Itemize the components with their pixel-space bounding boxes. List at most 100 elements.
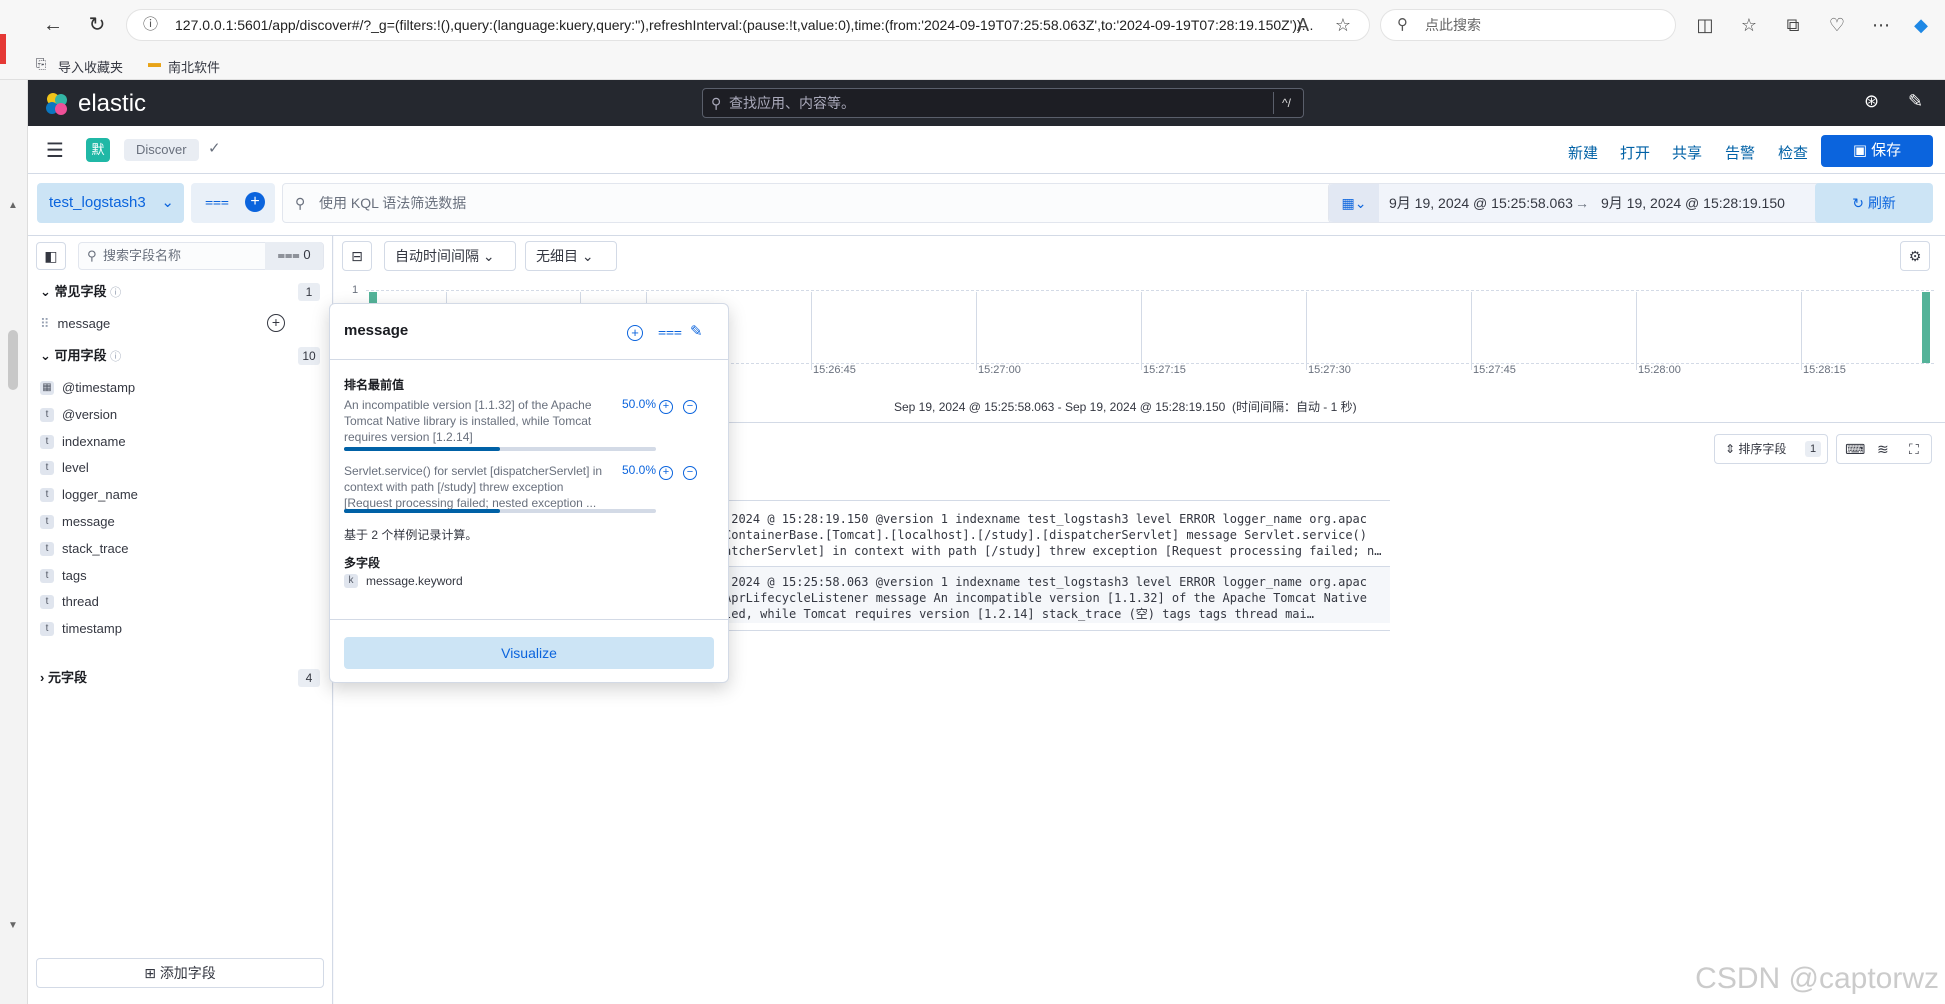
- popular-fields-title: 常见字段: [54, 284, 107, 299]
- available-fields-section[interactable]: ⌄ 可用字段 ⓘ: [40, 346, 121, 366]
- field-item[interactable]: t timestamp: [40, 619, 122, 639]
- fullscreen-icon[interactable]: ⛶: [1909, 435, 1919, 463]
- sort-fields-button[interactable]: ⇕ 排序字段 1: [1714, 434, 1828, 464]
- add-field-button[interactable]: ⊞ 添加字段: [36, 958, 324, 988]
- alerts-link[interactable]: 告警: [1725, 142, 1755, 163]
- filter-out-value-icon[interactable]: −: [683, 466, 697, 480]
- field-item[interactable]: t message: [40, 512, 115, 532]
- filter-for-value-icon[interactable]: +: [659, 466, 673, 480]
- chevron-down-icon: ⌄: [581, 248, 594, 264]
- field-name: @version: [62, 406, 118, 422]
- field-item[interactable]: t logger_name: [40, 485, 138, 505]
- field-name: message: [57, 316, 111, 331]
- field-search-input[interactable]: ⚲ 搜索字段名称 ⩶ 0: [78, 242, 324, 270]
- x-gridline: [1801, 292, 1802, 370]
- field-name: level: [62, 460, 89, 476]
- field-item[interactable]: t tags: [40, 566, 87, 586]
- news-feed-icon[interactable]: ✎: [1908, 91, 1923, 112]
- add-field-plus-icon[interactable]: +: [267, 314, 285, 332]
- hamburger-menu-icon[interactable]: ☰: [46, 138, 64, 163]
- visualize-button[interactable]: Visualize: [344, 637, 714, 669]
- bookmark-nanbei[interactable]: 南北软件: [168, 57, 220, 76]
- collections-icon[interactable]: ⧉: [1780, 12, 1806, 38]
- popover-divider: [330, 359, 728, 360]
- popular-fields-section[interactable]: ⌄ 常见字段 ⓘ: [40, 282, 121, 302]
- add-column-plus-icon[interactable]: +: [627, 325, 643, 341]
- bookmark-import[interactable]: 导入收藏夹: [58, 57, 123, 76]
- breadcrumb-discover[interactable]: Discover: [124, 139, 199, 161]
- string-type-icon: t: [40, 622, 54, 637]
- add-filter-icon[interactable]: +: [245, 192, 265, 212]
- share-link[interactable]: 共享: [1672, 142, 1702, 163]
- field-filter-button[interactable]: ⩶ 0: [265, 242, 323, 270]
- date-range-picker[interactable]: ▦⌄ 9月 19, 2024 @ 15:25:58.063 → 9月 19, 2…: [1328, 183, 1829, 223]
- favorite-star-icon[interactable]: ☆: [1330, 12, 1356, 38]
- field-item[interactable]: t stack_trace: [40, 539, 128, 559]
- filter-out-value-icon[interactable]: −: [683, 400, 697, 414]
- split-screen-icon[interactable]: ◫: [1692, 12, 1718, 38]
- keyboard-shortcuts-icon[interactable]: ⌨: [1845, 435, 1865, 463]
- save-button[interactable]: ▣ 保存: [1821, 135, 1933, 167]
- info-icon[interactable]: ⓘ: [143, 10, 158, 40]
- collapse-sidebar-icon[interactable]: ◧: [36, 242, 66, 270]
- breakdown-selector[interactable]: 无细目 ⌄: [525, 241, 617, 271]
- kql-search-input[interactable]: ⚲ 使用 KQL 语法筛选数据: [282, 183, 1348, 223]
- time-from[interactable]: 9月 19, 2024 @ 15:25:58.063: [1389, 184, 1573, 222]
- doc-row-2-line-3: led, while Tomcat requires version [1.2.…: [724, 607, 1314, 621]
- back-icon[interactable]: ←: [38, 10, 68, 40]
- top-value-2-text: Servlet.service() for servlet [dispatche…: [344, 464, 603, 510]
- meta-fields-section[interactable]: › 元字段: [40, 668, 87, 688]
- elastic-logo[interactable]: elastic: [44, 90, 146, 118]
- field-item[interactable]: t level: [40, 458, 89, 478]
- interval-selector[interactable]: 自动时间间隔 ⌄: [384, 241, 516, 271]
- display-settings-icon[interactable]: ≋: [1877, 435, 1889, 463]
- x-tick-label: 15:27:15: [1143, 364, 1186, 376]
- more-menu-icon[interactable]: ⋯: [1868, 12, 1894, 38]
- read-aloud-icon[interactable]: A: [1290, 12, 1316, 38]
- toggle-histogram-icon[interactable]: ⊟: [342, 241, 372, 271]
- browser-toolbar: ← ↻ ⓘ 127.0.0.1:5601/app/discover#/?_g=(…: [0, 0, 1945, 50]
- space-avatar[interactable]: 默: [86, 138, 110, 162]
- new-link[interactable]: 新建: [1568, 142, 1598, 163]
- meta-fields-title: 元字段: [47, 670, 87, 685]
- address-bar[interactable]: ⓘ 127.0.0.1:5601/app/discover#/?_g=(filt…: [126, 9, 1370, 41]
- scroll-down-icon[interactable]: ▼: [8, 920, 18, 931]
- refresh-button[interactable]: ↻ 刷新: [1815, 183, 1933, 223]
- field-item[interactable]: t @version: [40, 405, 117, 425]
- string-type-icon: t: [40, 595, 54, 610]
- browser-search-box[interactable]: ⚲ 点此搜索: [1380, 9, 1676, 41]
- edit-pencil-icon[interactable]: ✎: [690, 322, 703, 340]
- elastic-logo-text: elastic: [78, 90, 147, 117]
- time-to[interactable]: 9月 19, 2024 @ 15:28:19.150: [1601, 184, 1785, 222]
- global-search-input[interactable]: ⚲ 查找应用、内容等。 ^/: [702, 88, 1304, 118]
- field-item[interactable]: ▦ @timestamp: [40, 378, 135, 398]
- field-details-popover: message + ⩶ ✎ 排名最前值 An incompatible vers…: [329, 303, 729, 683]
- doc-row-2[interactable]: 2024 @ 15:25:58.063 @version 1 indexname…: [724, 574, 1367, 622]
- field-name: tags: [62, 567, 87, 583]
- field-item[interactable]: t thread: [40, 592, 99, 612]
- filter-icon[interactable]: ⩶: [205, 193, 229, 210]
- field-item[interactable]: t indexname: [40, 432, 126, 452]
- chart-options-icon[interactable]: ⚙: [1900, 241, 1930, 271]
- data-view-picker[interactable]: test_logstash3 ⌄: [37, 183, 184, 223]
- drag-handle-icon[interactable]: ⠿: [40, 314, 50, 334]
- refresh-icon: ↻: [1852, 195, 1868, 211]
- calendar-quick-menu-icon[interactable]: ▦⌄: [1329, 184, 1379, 222]
- reload-icon[interactable]: ↻: [82, 10, 112, 40]
- copilot-icon[interactable]: ◆: [1908, 12, 1934, 38]
- doc-row-1-line-3: atcherServlet] in context with path [/st…: [724, 544, 1382, 558]
- field-item-message-popular[interactable]: ⠿ message: [40, 314, 110, 334]
- browser-essentials-icon[interactable]: ♡: [1824, 12, 1850, 38]
- filter-for-value-icon[interactable]: +: [659, 400, 673, 414]
- help-icon[interactable]: ⊛: [1864, 91, 1879, 112]
- favorites-icon[interactable]: ☆: [1736, 12, 1762, 38]
- open-link[interactable]: 打开: [1620, 142, 1650, 163]
- inspect-link[interactable]: 检查: [1778, 142, 1808, 163]
- scroll-up-icon[interactable]: ▲: [8, 200, 18, 211]
- histogram-bar-last[interactable]: [1922, 292, 1930, 363]
- info-icon: ⓘ: [110, 351, 122, 363]
- doc-row-1[interactable]: 2024 @ 15:28:19.150 @version 1 indexname…: [724, 511, 1381, 559]
- scrollbar-thumb[interactable]: [8, 330, 18, 390]
- field-name: @timestamp: [62, 380, 136, 395]
- filter-icon[interactable]: ⩶: [658, 323, 682, 340]
